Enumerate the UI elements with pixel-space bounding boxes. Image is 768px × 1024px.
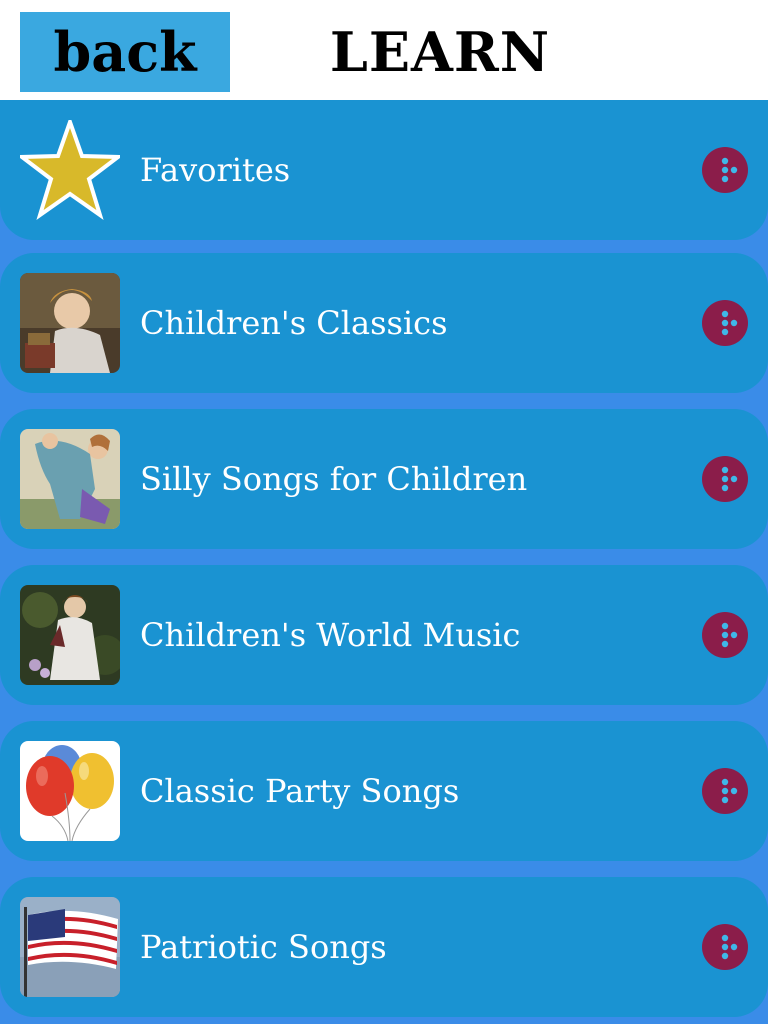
star-icon [20,120,120,220]
more-options-icon[interactable] [702,768,748,814]
more-options-icon[interactable] [702,456,748,502]
list-item-childrens-classics[interactable]: Children's Classics [0,253,768,393]
list-item-favorites[interactable]: Favorites [0,100,768,240]
more-options-icon[interactable] [702,612,748,658]
more-options-icon[interactable] [702,924,748,970]
list-item-label: Favorites [140,151,291,189]
list-item-patriotic-songs[interactable]: Patriotic Songs [0,877,768,1017]
more-options-icon[interactable] [702,147,748,193]
balloons-thumbnail [20,741,120,841]
list-item-label: Children's World Music [140,616,521,654]
page-title: LEARN [329,20,551,84]
more-options-icon[interactable] [702,300,748,346]
american-flag-thumbnail [20,897,120,997]
children-painting-thumbnail [20,429,120,529]
girl-garden-painting-thumbnail [20,585,120,685]
category-list: Favorites Children's Classics Silly Song… [0,100,768,1024]
list-item-label: Classic Party Songs [140,772,460,810]
girl-painting-thumbnail [20,273,120,373]
list-item-label: Silly Songs for Children [140,460,528,498]
back-button[interactable]: back [20,12,230,92]
list-item-label: Patriotic Songs [140,928,387,966]
list-item-silly-songs[interactable]: Silly Songs for Children [0,409,768,549]
header-bar: back LEARN [0,0,768,100]
list-item-world-music[interactable]: Children's World Music [0,565,768,705]
list-item-party-songs[interactable]: Classic Party Songs [0,721,768,861]
list-item-label: Children's Classics [140,304,448,342]
